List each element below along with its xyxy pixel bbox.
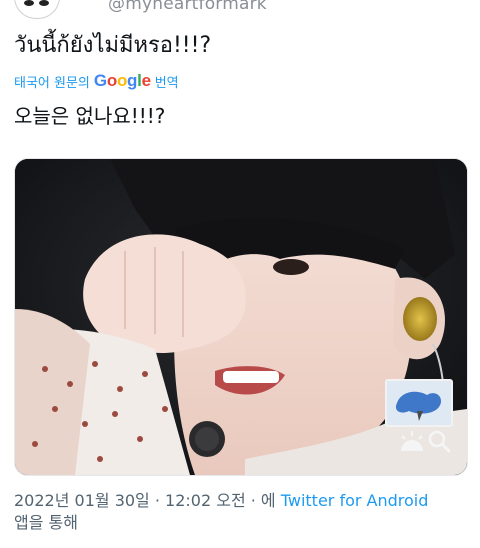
tweet-timestamp[interactable]: 2022년 01월 30일 · 12:02 오전 [14,491,246,510]
tweet-header: @myheartformark [14,0,267,20]
avatar-eye-icon [24,0,34,6]
translated-text: 오늘은 없나요!!!? [14,104,166,128]
tweet-meta: 2022년 01월 30일 · 12:02 오전 · 에 Twitter for… [14,490,470,534]
google-logo: Google [93,71,151,90]
translate-suffix: 번역 [154,75,179,91]
avatar[interactable] [14,0,60,19]
translate-prefix: 태국어 원문의 [14,75,90,91]
via-prefix: · 에 [245,491,281,510]
tweet-text: วันนี้ก้ยังไม่มีหรอ!!!? [14,33,212,58]
thumbnail-preview-icon[interactable] [385,379,453,427]
user-handle[interactable]: @myheartformark [108,0,267,14]
brightness-icon[interactable] [399,429,425,453]
zoom-icon[interactable] [427,429,451,453]
avatar-eye-icon [39,0,49,6]
translate-link[interactable]: 태국어 원문의 Google 번역 [14,71,179,91]
media-photo [15,159,467,475]
via-suffix: 앱을 통해 [14,513,78,532]
client-link[interactable]: Twitter for Android [281,491,429,510]
tweet-media-image[interactable] [14,158,468,476]
